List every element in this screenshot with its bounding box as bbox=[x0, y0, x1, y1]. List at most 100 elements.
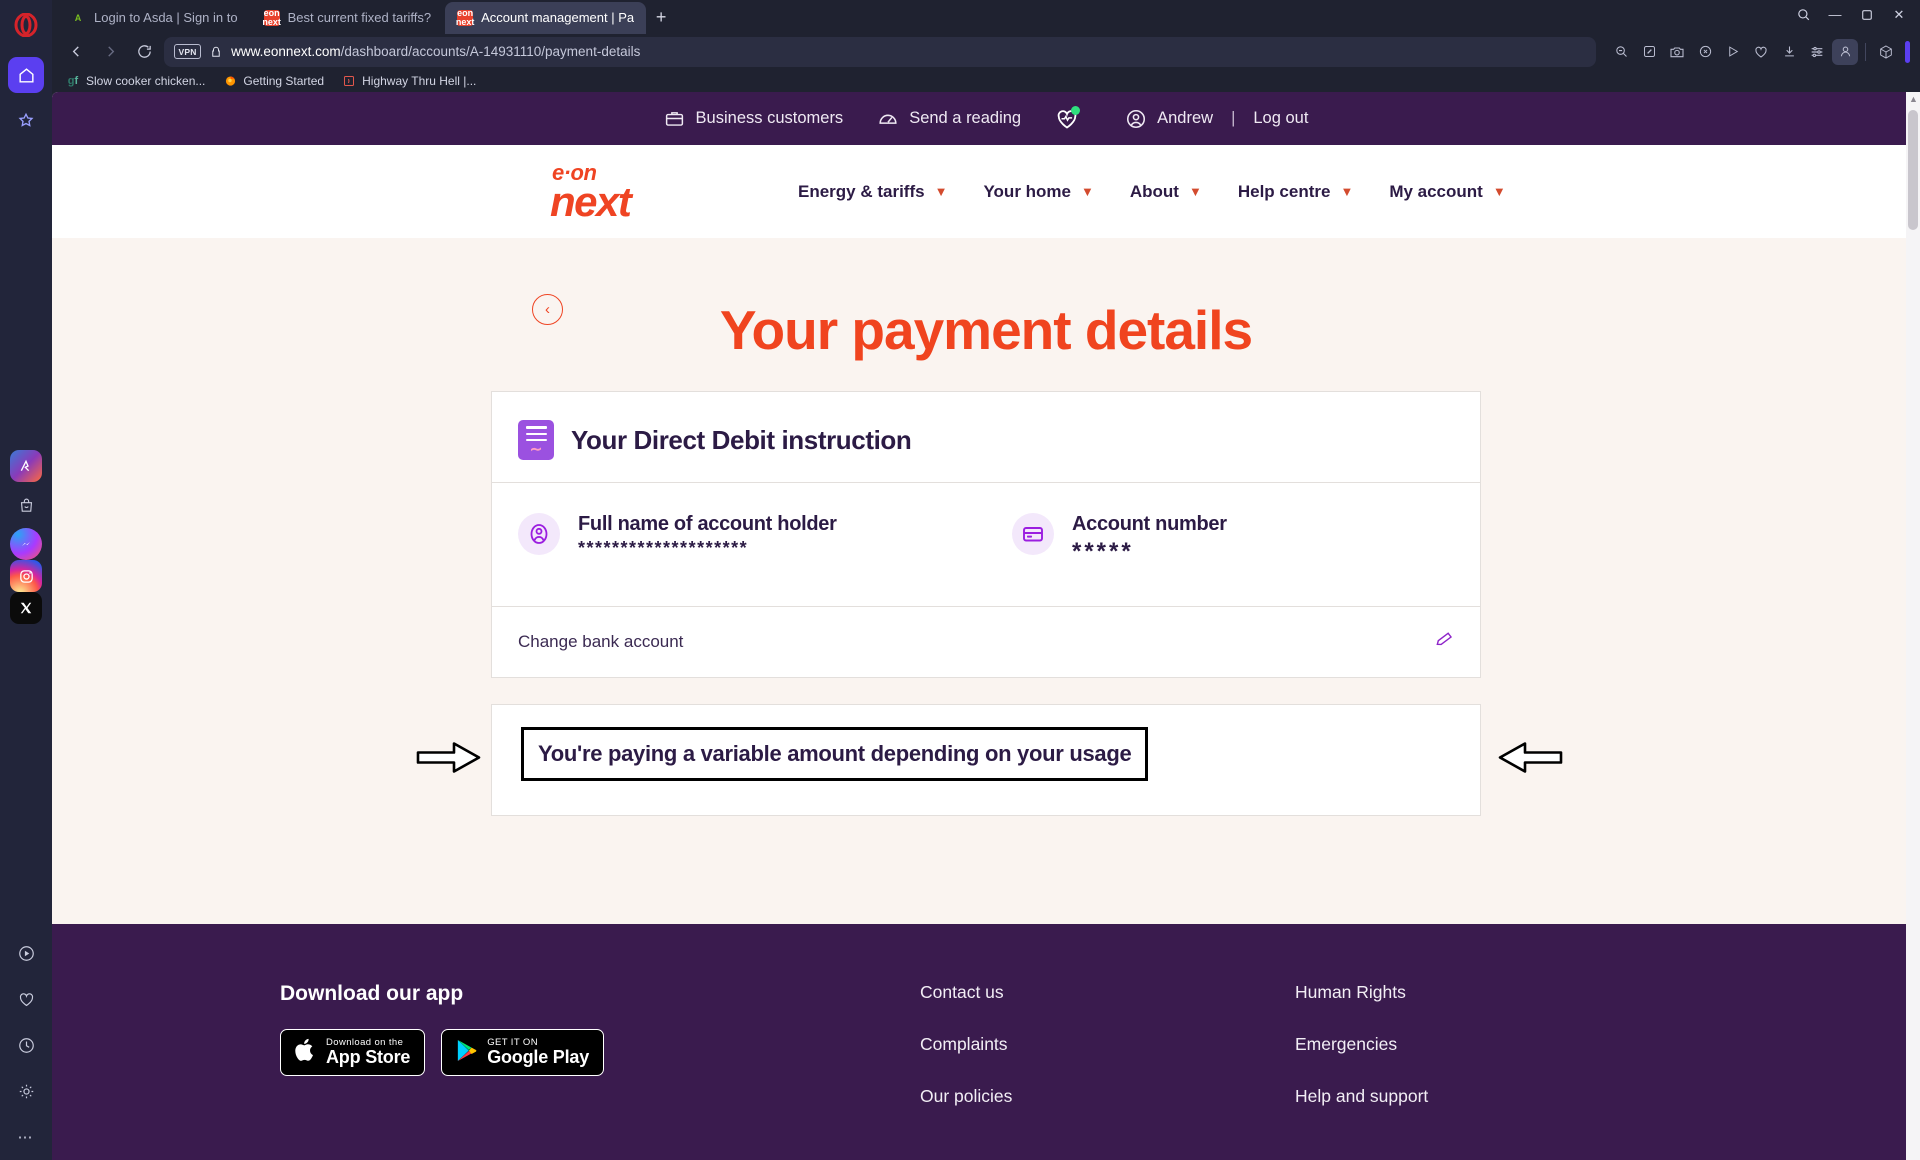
shopping-bag-icon[interactable] bbox=[8, 487, 44, 523]
apple-icon bbox=[295, 1037, 317, 1068]
site-footer: Download our app Download on the App Sto… bbox=[52, 924, 1920, 1160]
scrollbar-thumb[interactable] bbox=[1908, 110, 1918, 231]
address-bar[interactable]: VPN www.eonnext.com/dashboard/accounts/A… bbox=[164, 36, 1596, 67]
browser-accent-bar bbox=[1905, 40, 1910, 63]
easy-setup-icon[interactable] bbox=[1804, 39, 1830, 65]
browser-tab[interactable]: A Login to Asda | Sign in to bbox=[58, 2, 250, 34]
business-customers-link[interactable]: Business customers bbox=[664, 108, 843, 130]
bookmarks-bar: gf Slow cooker chicken... Getting Starte… bbox=[52, 69, 1920, 92]
sidebar-flame-icon[interactable] bbox=[8, 103, 44, 139]
downloads-icon[interactable] bbox=[1776, 39, 1802, 65]
heart-pulse-icon bbox=[1055, 105, 1081, 131]
footer-link-emergencies[interactable]: Emergencies bbox=[1295, 1034, 1428, 1055]
send-a-reading-label: Send a reading bbox=[909, 109, 1022, 128]
extensions-icon[interactable] bbox=[1873, 39, 1899, 65]
bookmark-label: Slow cooker chicken... bbox=[86, 73, 206, 88]
heart-icon[interactable] bbox=[1748, 39, 1774, 65]
opera-logo-icon[interactable] bbox=[9, 8, 43, 42]
briefcase-icon bbox=[664, 108, 686, 130]
maximize-button[interactable] bbox=[1852, 2, 1882, 28]
eonnext-logo[interactable]: e·on next bbox=[550, 161, 668, 225]
person-circle-icon bbox=[518, 513, 560, 556]
nav-item-your-home[interactable]: Your home ▼ bbox=[983, 182, 1093, 202]
scroll-up-arrow-icon[interactable]: ▲ bbox=[1909, 94, 1918, 104]
chevron-down-icon: ▼ bbox=[1081, 184, 1094, 200]
sidebar-history-clock-icon[interactable] bbox=[8, 1027, 44, 1063]
bookmark-item[interactable]: gf Slow cooker chicken... bbox=[66, 73, 206, 88]
minimize-button[interactable]: — bbox=[1820, 2, 1850, 28]
bookmark-item[interactable]: Getting Started bbox=[223, 74, 324, 88]
browser-tab-active[interactable]: eon next Account management | Pa bbox=[445, 1, 647, 34]
app-store-badge[interactable]: Download on the App Store bbox=[280, 1029, 426, 1077]
player-icon[interactable] bbox=[1720, 39, 1746, 65]
search-icon[interactable] bbox=[1788, 2, 1818, 28]
browser-tab[interactable]: eon next Best current fixed tariffs? bbox=[252, 2, 444, 34]
change-bank-account-row[interactable]: Change bank account bbox=[492, 606, 1480, 677]
camera-icon[interactable] bbox=[1664, 39, 1690, 65]
nav-item-my-account[interactable]: My account ▼ bbox=[1389, 182, 1505, 202]
footer-link-contact-us[interactable]: Contact us bbox=[920, 982, 1295, 1003]
window-controls: — ✕ bbox=[1788, 2, 1914, 34]
close-button[interactable]: ✕ bbox=[1884, 2, 1914, 28]
account-menu[interactable]: Andrew | Log out bbox=[1125, 108, 1308, 130]
send-a-reading-link[interactable]: Send a reading bbox=[877, 108, 1021, 130]
nav-links: Energy & tariffs ▼ Your home ▼ About ▼ H… bbox=[798, 182, 1506, 202]
url-path: /dashboard/accounts/A-14931110/payment-d… bbox=[340, 44, 641, 60]
lock-icon bbox=[209, 44, 223, 60]
eonnext-icon: eon next bbox=[455, 7, 475, 27]
chevron-down-icon: ▼ bbox=[1492, 184, 1506, 200]
chevron-down-icon: ▼ bbox=[1188, 184, 1202, 200]
google-play-main: Google Play bbox=[487, 1047, 590, 1068]
change-bank-account-label: Change bank account bbox=[518, 632, 684, 652]
field-account-number: Account number ***** bbox=[986, 483, 1454, 606]
aria-ai-icon[interactable] bbox=[10, 450, 42, 482]
vpn-badge[interactable]: VPN bbox=[174, 44, 202, 60]
field-value: ******************** bbox=[578, 538, 749, 559]
shield-icon[interactable] bbox=[1692, 39, 1718, 65]
footer-column-2: Human Rights Emergencies Help and suppor… bbox=[1295, 982, 1428, 1107]
new-tab-button[interactable]: + bbox=[648, 5, 674, 31]
sidebar-heart-icon[interactable] bbox=[8, 981, 44, 1017]
footer-link-help-and-support[interactable]: Help and support bbox=[1295, 1086, 1428, 1107]
google-play-badge[interactable]: GET IT ON Google Play bbox=[441, 1029, 605, 1077]
pencil-icon[interactable] bbox=[1432, 628, 1455, 657]
eonnext-page: Business customers Send a reading Andrew… bbox=[52, 92, 1920, 1160]
logout-link[interactable]: Log out bbox=[1253, 109, 1308, 128]
sidebar-player-icon[interactable] bbox=[8, 935, 44, 971]
sidebar-settings-gear-icon[interactable] bbox=[8, 1073, 44, 1109]
sidebar-home-icon[interactable] bbox=[8, 57, 44, 93]
card-heading: Your Direct Debit instruction bbox=[571, 424, 912, 455]
chevron-down-icon: ▼ bbox=[934, 184, 948, 200]
page-title-row: ‹ Your payment details bbox=[52, 282, 1920, 378]
nav-item-about[interactable]: About ▼ bbox=[1130, 182, 1202, 202]
back-button[interactable]: ‹ bbox=[532, 294, 563, 326]
nav-item-help-centre[interactable]: Help centre ▼ bbox=[1238, 182, 1353, 202]
profile-icon[interactable] bbox=[1832, 38, 1858, 65]
page-scrollbar[interactable]: ▲ bbox=[1906, 92, 1920, 1160]
heart-health-link[interactable] bbox=[1055, 105, 1081, 131]
footer-link-complaints[interactable]: Complaints bbox=[920, 1034, 1295, 1055]
utility-divider: | bbox=[1231, 109, 1236, 128]
page-viewport: Business customers Send a reading Andrew… bbox=[52, 92, 1920, 1160]
download-app-title: Download our app bbox=[280, 982, 464, 1006]
logo-bottom: next bbox=[550, 177, 632, 225]
messenger-icon[interactable] bbox=[10, 528, 42, 560]
snapshot-edit-icon[interactable] bbox=[1636, 39, 1662, 65]
back-icon[interactable] bbox=[62, 38, 90, 66]
footer-link-our-policies[interactable]: Our policies bbox=[920, 1086, 1295, 1107]
sidebar-more-icon[interactable]: ⋯ bbox=[8, 1119, 44, 1155]
search-page-icon[interactable] bbox=[1608, 39, 1634, 65]
toolbar-divider bbox=[1865, 42, 1866, 61]
payment-type-highlight: You're paying a variable amount dependin… bbox=[521, 727, 1149, 782]
bookmark-item[interactable]: Highway Thru Hell |... bbox=[342, 74, 476, 88]
cards-container: ∼ Your Direct Debit instruction Full nam… bbox=[416, 391, 1563, 817]
footer-link-human-rights[interactable]: Human Rights bbox=[1295, 982, 1428, 1003]
reload-icon[interactable] bbox=[130, 38, 158, 66]
x-twitter-icon[interactable] bbox=[10, 592, 42, 624]
nav-item-energy-tariffs[interactable]: Energy & tariffs ▼ bbox=[798, 182, 947, 202]
browser-sidebar: ⋯ bbox=[0, 0, 52, 1160]
instagram-icon[interactable] bbox=[10, 560, 42, 592]
forward-icon[interactable] bbox=[96, 38, 124, 66]
nav-label: Help centre bbox=[1237, 181, 1331, 201]
app-store-badges: Download on the App Store GET IT ON Goog… bbox=[280, 1029, 920, 1077]
